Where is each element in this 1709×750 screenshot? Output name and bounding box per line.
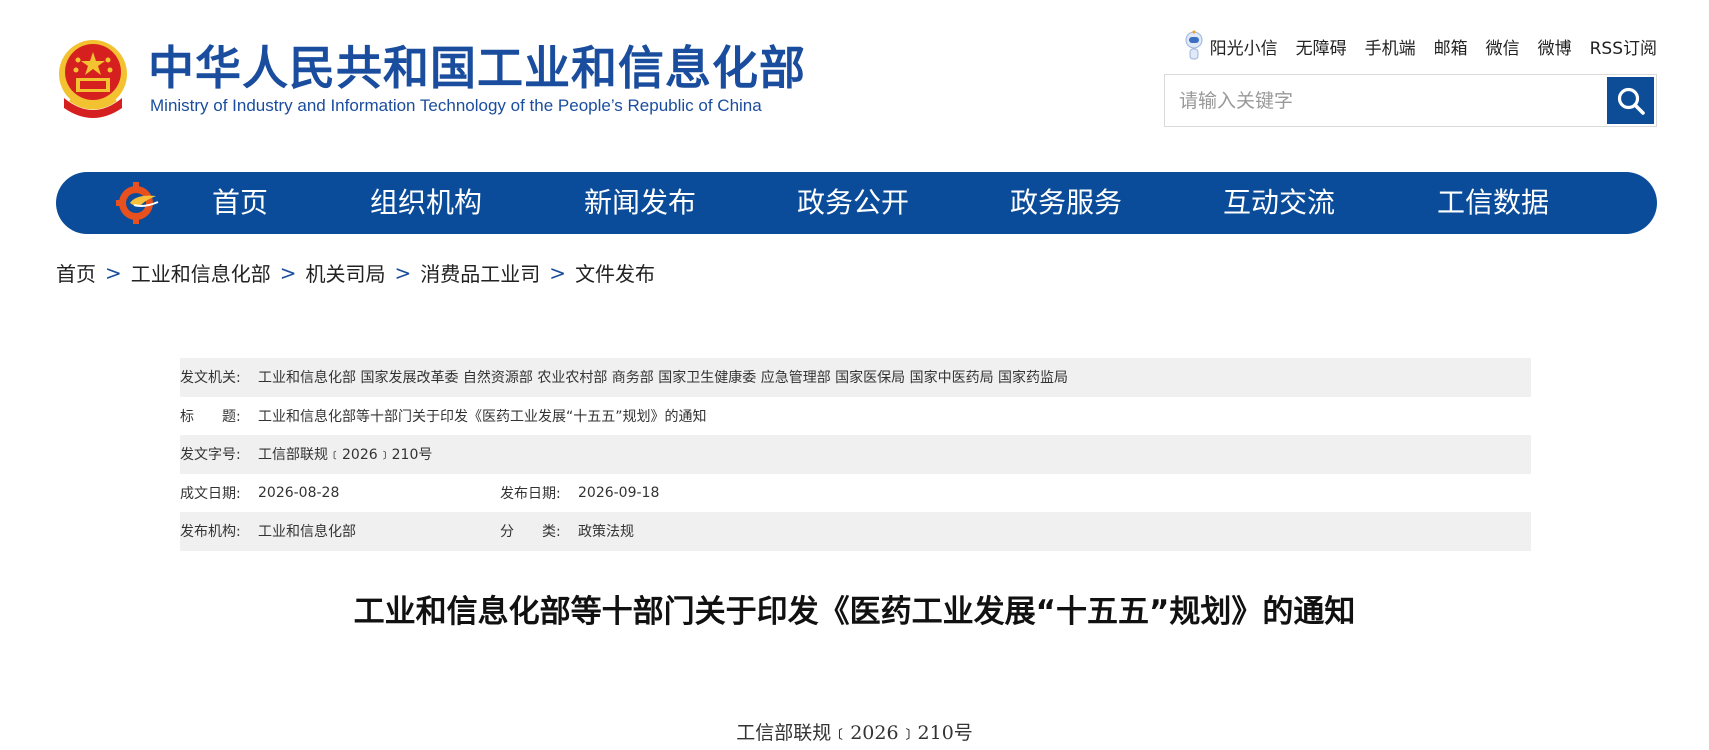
meta-title-label: 标 题: [180,408,241,425]
search-button[interactable] [1607,77,1654,124]
article-title: 工业和信息化部等十部门关于印发《医药工业发展“十五五”规划》的通知 [353,594,1356,630]
meta-issuer-label: 发文机关: [180,370,241,387]
breadcrumb-separator: > [105,260,122,285]
meta-category-cell: 分 类: 政策法规 [500,512,634,551]
breadcrumb-documents[interactable]: 文件发布 [575,258,655,287]
nav-home[interactable]: 首页 [212,172,268,234]
robot-icon [1185,30,1203,60]
breadcrumb-home[interactable]: 首页 [56,258,96,287]
meta-row-org: 发布机构: 工业和信息化部 分 类: 政策法规 [180,512,1531,551]
national-emblem-logo [59,40,127,118]
meta-created-label: 成文日期: [180,485,241,502]
nav-news[interactable]: 新闻发布 [584,172,696,234]
breadcrumb: 首页 > 工业和信息化部 > 机关司局 > 消费品工业司 > 文件发布 [56,258,655,287]
meta-row-title: 标 题: 工业和信息化部等十部门关于印发《医药工业发展“十五五”规划》的通知 [180,397,1531,436]
meta-published-label: 发布日期: [500,485,561,502]
main-nav: 首页 组织机构 新闻发布 政务公开 政务服务 互动交流 工信数据 [56,172,1657,234]
top-link-mail[interactable]: 邮箱 [1434,34,1468,59]
meta-title-value: 工业和信息化部等十部门关于印发《医药工业发展“十五五”规划》的通知 [258,408,707,425]
meta-category-label: 分 类: [500,524,561,541]
meta-org-value: 工业和信息化部 [258,524,356,541]
top-link-sunshine[interactable]: 阳光小信 [1184,30,1278,62]
breadcrumb-consumer-goods[interactable]: 消费品工业司 [420,258,540,287]
breadcrumb-separator: > [549,260,567,285]
nav-data[interactable]: 工信数据 [1437,172,1549,234]
top-link-sunshine-label: 阳光小信 [1209,38,1278,59]
top-link-rss[interactable]: RSS订阅 [1590,34,1657,59]
search-box [1164,74,1657,127]
meta-published-value: 2026-09-18 [578,484,660,501]
meta-published-cell: 发布日期: 2026-09-18 [500,474,659,513]
meta-created-value: 2026-08-28 [258,484,340,501]
document-meta-table: 发文机关: 工业和信息化部 国家发展改革委 自然资源部 农业农村部 商务部 国家… [180,358,1531,551]
meta-docno-label: 发文字号: [180,447,241,464]
nav-interaction[interactable]: 互动交流 [1223,172,1335,234]
article-doc-number: 工信部联规﹝2026﹞210号 [736,722,973,744]
nav-gov-services[interactable]: 政务服务 [1010,172,1122,234]
meta-row-issuer: 发文机关: 工业和信息化部 国家发展改革委 自然资源部 农业农村部 商务部 国家… [180,358,1531,397]
search-input[interactable] [1165,75,1609,126]
breadcrumb-separator: > [394,260,412,285]
top-link-accessibility[interactable]: 无障碍 [1296,34,1347,59]
top-link-wechat[interactable]: 微信 [1486,34,1520,59]
nav-gov-affairs[interactable]: 政务公开 [797,172,909,234]
meta-category-value: 政策法规 [578,524,634,541]
nav-organization[interactable]: 组织机构 [370,172,482,234]
breadcrumb-departments[interactable]: 机关司局 [306,258,386,287]
site-subtitle-english: Ministry of Industry and Information Tec… [150,96,762,115]
breadcrumb-ministry[interactable]: 工业和信息化部 [131,258,271,287]
meta-docno-value: 工信部联规﹝2026﹞210号 [258,447,433,464]
meta-org-label: 发布机构: [180,524,241,541]
meta-row-docno: 发文字号: 工信部联规﹝2026﹞210号 [180,435,1531,474]
search-icon [1617,87,1645,115]
top-links: 阳光小信 无障碍 手机端 邮箱 微信 微博 RSS订阅 [1184,30,1657,62]
top-link-mobile[interactable]: 手机端 [1365,34,1416,59]
miit-gear-logo-icon [116,182,159,224]
meta-issuer-value: 工业和信息化部 国家发展改革委 自然资源部 农业农村部 商务部 国家卫生健康委 … [258,370,1069,387]
site-title: 中华人民共和国工业和信息化部 [148,41,806,95]
meta-row-dates: 成文日期: 2026-08-28 发布日期: 2026-09-18 [180,474,1531,513]
breadcrumb-separator: > [279,260,297,285]
top-link-weibo[interactable]: 微博 [1538,34,1572,59]
